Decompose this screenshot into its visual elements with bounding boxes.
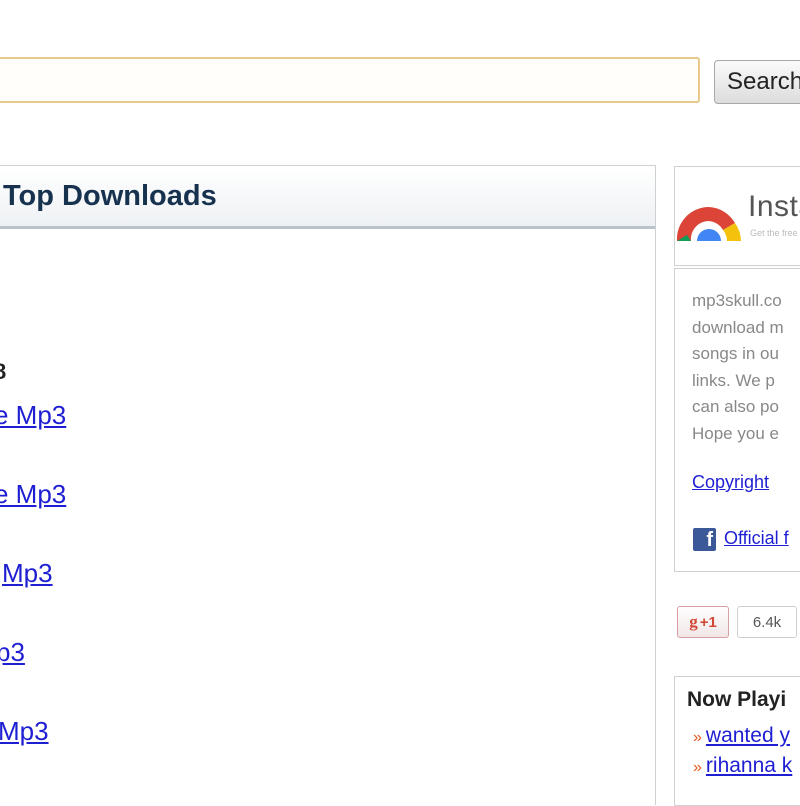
info-line: links. We p (692, 370, 775, 390)
info-line: Hope you e (692, 423, 779, 443)
top-downloads-header: Top Downloads (0, 166, 655, 229)
google-plus-count: 6.4k (737, 606, 797, 638)
download-link[interactable]: p3 (0, 637, 25, 668)
now-playing-item[interactable]: » rihanna k (693, 754, 792, 778)
top-downloads-panel: Top Downloads (0, 165, 656, 805)
download-link[interactable]: e Mp3 (0, 400, 66, 431)
official-facebook-link[interactable]: Official f (724, 528, 789, 549)
google-plus-icon: g (689, 612, 698, 631)
now-playing-item[interactable]: » wanted y (693, 724, 790, 748)
arrow-bullet-icon: » (693, 759, 702, 776)
now-playing-link[interactable]: rihanna k (706, 754, 792, 777)
arrow-bullet-icon: » (693, 729, 702, 746)
install-title[interactable]: Insta (748, 190, 800, 224)
gplus-label: +1 (699, 613, 717, 631)
chrome-icon (676, 206, 741, 241)
info-line: songs in ou (692, 344, 779, 363)
info-line: mp3skull.co (692, 291, 782, 310)
download-count: 8 (0, 359, 7, 384)
install-subtitle: Get the free (750, 228, 798, 238)
site-info-text: mp3skull.co download m songs in ou links… (692, 288, 784, 447)
copyright-link[interactable]: Copyright (692, 472, 769, 493)
google-plus-one-button[interactable]: g +1 (677, 606, 729, 638)
now-playing-link[interactable]: wanted y (706, 724, 790, 747)
download-link[interactable]: Mp3 (2, 558, 53, 589)
info-line: can also po (692, 397, 779, 416)
info-line: download m (692, 317, 784, 337)
now-playing-title: Now Playi (687, 688, 787, 711)
search-input[interactable] (0, 57, 700, 103)
top-downloads-title: Top Downloads (3, 179, 217, 212)
download-link[interactable]: e Mp3 (0, 479, 66, 510)
download-link[interactable]: Mp3 (0, 716, 49, 747)
facebook-icon: f (693, 528, 716, 551)
search-button[interactable]: Search (714, 60, 800, 104)
